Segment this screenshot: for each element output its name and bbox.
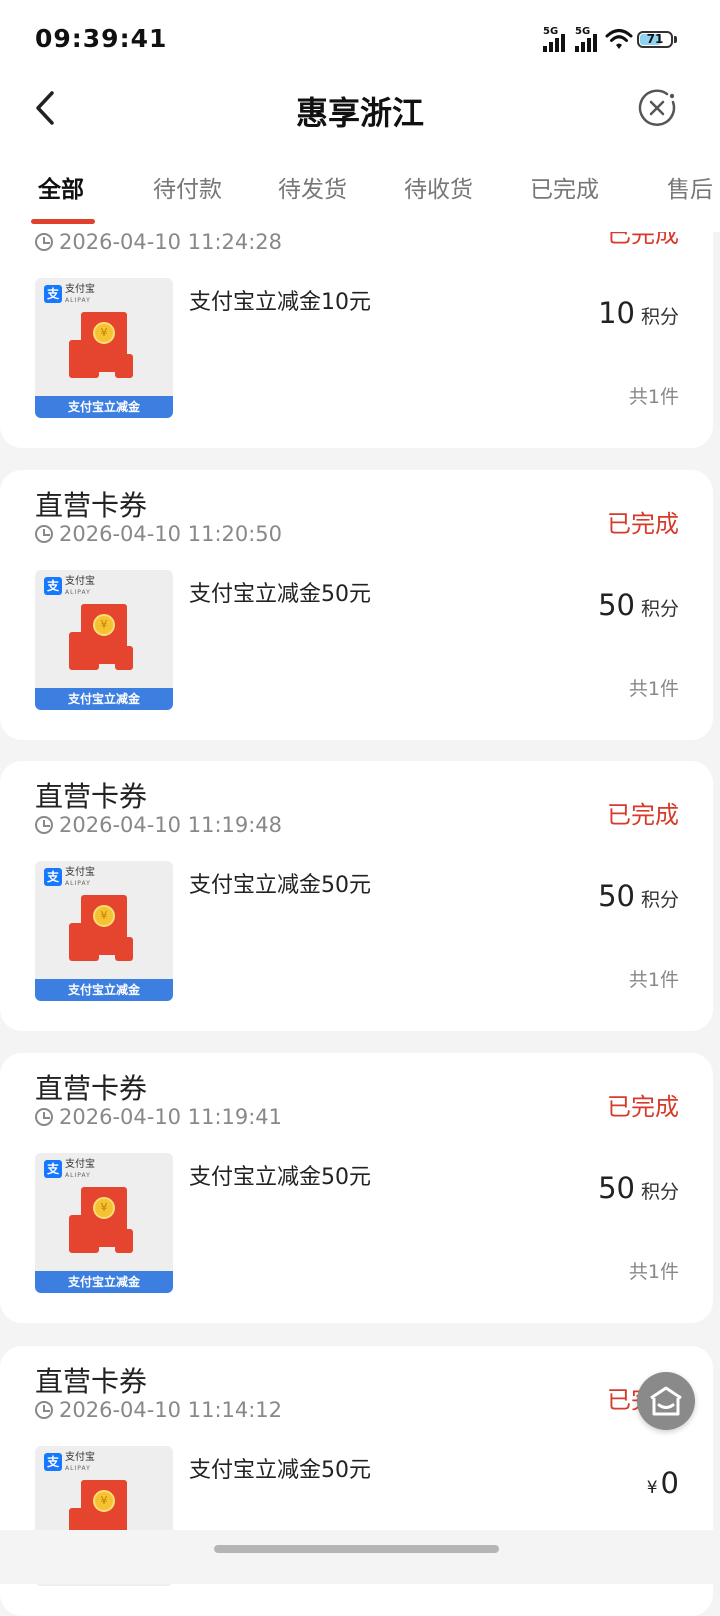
bottom-safe-area	[0, 1530, 720, 1584]
shop-name: 直营卡券	[35, 1365, 148, 1398]
thumbnail-banner: 支付宝立减金	[35, 1271, 173, 1293]
order-status: 已完成	[607, 801, 679, 829]
red-envelope-icon	[115, 937, 133, 961]
tab-pending-shipment[interactable]: 待发货	[278, 170, 347, 204]
alipay-logo: 支	[44, 1453, 62, 1471]
order-date: 2026-04-10 11:14:12	[35, 1398, 282, 1422]
order-tabs: 全部 待付款 待发货 待收货 已完成 售后	[0, 160, 720, 232]
order-date: 2026-04-10 11:20:50	[35, 522, 282, 546]
order-date: 2026-04-10 11:24:28	[35, 230, 282, 254]
order-status: 已完成	[607, 510, 679, 538]
product-thumbnail[interactable]: 支 支付宝 ALIPAY ¥ 支付宝立减金	[35, 861, 173, 1001]
active-tab-indicator	[31, 219, 95, 224]
coin-icon: ¥	[93, 905, 115, 927]
item-count: 共1件	[628, 1261, 679, 1283]
product-price: 50 积分	[598, 1171, 679, 1205]
product-name: 支付宝立减金50元	[189, 1458, 371, 1483]
alipay-brand: 支付宝 ALIPAY	[65, 867, 95, 887]
order-card[interactable]: 直营卡券 已完成 2026-04-10 11:20:50 支 支付宝 ALIPAY…	[0, 470, 713, 740]
clock-icon	[35, 233, 53, 251]
product-thumbnail[interactable]: 支 支付宝 ALIPAY ¥ 支付宝立减金	[35, 278, 173, 418]
alipay-brand: 支付宝 ALIPAY	[65, 1452, 95, 1472]
status-bar: 09:39:41 5G 5G 71	[0, 0, 720, 80]
product-name: 支付宝立减金50元	[189, 873, 371, 898]
floating-home-button[interactable]	[637, 1372, 695, 1430]
shop-name: 直营卡券	[35, 489, 148, 522]
order-list[interactable]: 已完成 2026-04-10 11:24:28 支 支付宝 ALIPAY ¥ 支付…	[0, 0, 720, 1616]
product-name: 支付宝立减金50元	[189, 582, 371, 607]
top-bar: 09:39:41 5G 5G 71 惠享浙江 全部 待付款 待发货 待收货 已完…	[0, 0, 720, 232]
item-count: 共1件	[628, 386, 679, 408]
order-card[interactable]: 直营卡券 已完成 2026-04-10 11:19:48 支 支付宝 ALIPAY…	[0, 761, 713, 1031]
order-card[interactable]: 直营卡券 已完成 2026-04-10 11:19:41 支 支付宝 ALIPAY…	[0, 1053, 713, 1323]
signal-icon: 5G	[575, 26, 603, 52]
product-name: 支付宝立减金10元	[189, 290, 371, 315]
wifi-icon	[605, 29, 633, 49]
product-price: ¥0	[646, 1466, 679, 1500]
red-envelope-icon	[69, 340, 99, 378]
alipay-logo: 支	[44, 285, 62, 303]
home-indicator[interactable]	[214, 1545, 499, 1553]
red-envelope-icon	[115, 646, 133, 670]
alipay-brand: 支付宝 ALIPAY	[65, 284, 95, 304]
product-price: 50 积分	[598, 588, 679, 622]
alipay-logo: 支	[44, 868, 62, 886]
close-circle-icon[interactable]	[637, 88, 677, 128]
alipay-brand: 支付宝 ALIPAY	[65, 576, 95, 596]
alipay-brand: 支付宝 ALIPAY	[65, 1159, 95, 1179]
product-thumbnail[interactable]: 支 支付宝 ALIPAY ¥ 支付宝立减金	[35, 1153, 173, 1293]
tab-all[interactable]: 全部	[38, 170, 84, 204]
product-name: 支付宝立减金50元	[189, 1165, 371, 1190]
coin-icon: ¥	[93, 322, 115, 344]
red-envelope-icon	[115, 1229, 133, 1253]
tab-pending-payment[interactable]: 待付款	[153, 170, 222, 204]
signal-icon: 5G	[543, 26, 571, 52]
tab-after-sales[interactable]: 售后	[667, 170, 713, 204]
clock-icon	[35, 1108, 53, 1126]
item-count: 共1件	[628, 678, 679, 700]
alipay-logo: 支	[44, 577, 62, 595]
coin-icon: ¥	[93, 1197, 115, 1219]
clock-icon	[35, 816, 53, 834]
shop-name: 直营卡券	[35, 1072, 148, 1105]
tab-pending-receipt[interactable]: 待收货	[404, 170, 473, 204]
order-date: 2026-04-10 11:19:41	[35, 1105, 282, 1129]
battery-tip	[674, 36, 677, 43]
coin-icon: ¥	[93, 614, 115, 636]
battery-icon: 71	[637, 31, 673, 48]
product-price: 50 积分	[598, 879, 679, 913]
home-icon	[650, 1386, 682, 1416]
order-date: 2026-04-10 11:19:48	[35, 813, 282, 837]
thumbnail-banner: 支付宝立减金	[35, 688, 173, 710]
clock-icon	[35, 1401, 53, 1419]
item-count: 共1件	[628, 969, 679, 991]
order-status: 已完成	[607, 1093, 679, 1121]
clock-icon	[35, 525, 53, 543]
thumbnail-banner: 支付宝立减金	[35, 396, 173, 418]
page-title: 惠享浙江	[295, 94, 424, 132]
product-thumbnail[interactable]: 支 支付宝 ALIPAY ¥ 支付宝立减金	[35, 570, 173, 710]
red-envelope-icon	[69, 1215, 99, 1253]
red-envelope-icon	[69, 632, 99, 670]
red-envelope-icon	[115, 354, 133, 378]
thumbnail-banner: 支付宝立减金	[35, 979, 173, 1001]
tab-completed[interactable]: 已完成	[530, 170, 599, 204]
alipay-logo: 支	[44, 1160, 62, 1178]
coin-icon: ¥	[93, 1490, 115, 1512]
product-price: 10 积分	[598, 296, 679, 330]
red-envelope-icon	[69, 923, 99, 961]
clock-time: 09:39:41	[35, 24, 168, 53]
shop-name: 直营卡券	[35, 780, 148, 813]
